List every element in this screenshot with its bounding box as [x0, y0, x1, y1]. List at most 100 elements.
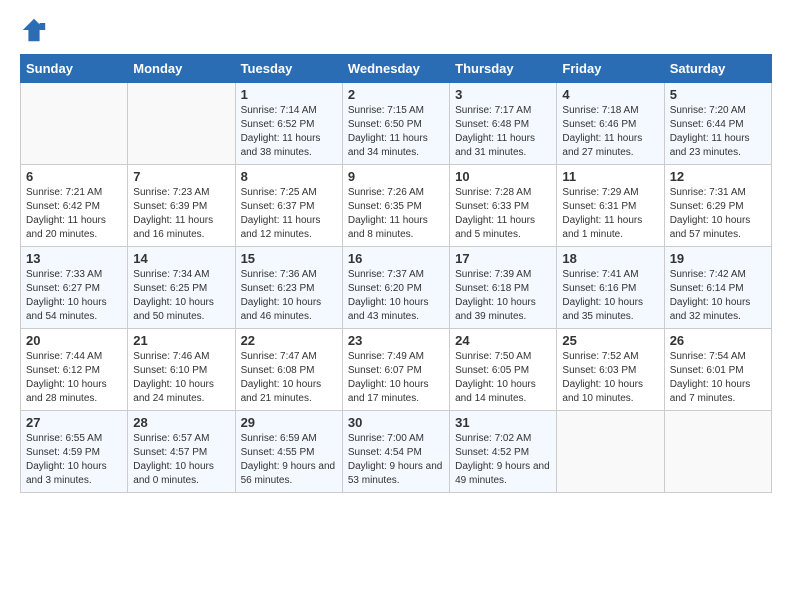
calendar-cell: 18Sunrise: 7:41 AMSunset: 6:16 PMDayligh…	[557, 247, 664, 329]
calendar-cell: 27 Sunrise: 6:55 AMSunset: 4:59 PMDayligh…	[21, 411, 128, 493]
day-info: Sunrise: 7:47 AMSunset: 6:08 PMDaylight:…	[241, 350, 337, 406]
calendar-table: SundayMondayTuesdayWednesdayThursdayFrid…	[20, 54, 772, 493]
col-header-friday: Friday	[557, 55, 664, 83]
calendar-cell: 15 Sunrise: 7:36 AMSunset: 6:23 PMDayligh…	[235, 247, 342, 329]
calendar-cell: 23 Sunrise: 7:49 AMSunset: 6:07 PMDayligh…	[342, 329, 449, 411]
day-info: Sunrise: 7:18 AMSunset: 6:46 PMDaylight:…	[562, 104, 658, 160]
day-number: 25	[562, 333, 658, 348]
day-number: 13	[26, 251, 122, 266]
day-info: Sunrise: 7:20 AMSunset: 6:44 PMDaylight:…	[670, 104, 766, 160]
calendar-cell: 20Sunrise: 7:44 AMSunset: 6:12 PMDayligh…	[21, 329, 128, 411]
calendar-cell: 25 Sunrise: 7:52 AMSunset: 6:03 PMDayligh…	[557, 329, 664, 411]
day-info: Sunrise: 7:46 AMSunset: 6:10 PMDaylight:…	[133, 350, 229, 406]
day-number: 28	[133, 415, 229, 430]
day-info: Sunrise: 7:29 AMSunset: 6:31 PMDaylight:…	[562, 186, 658, 242]
day-info: Sunrise: 7:31 AMSunset: 6:29 PMDaylight:…	[670, 186, 766, 242]
day-info: Sunrise: 7:50 AMSunset: 6:05 PMDaylight:…	[455, 350, 551, 406]
day-number: 16	[348, 251, 444, 266]
day-number: 7	[133, 169, 229, 184]
day-number: 19	[670, 251, 766, 266]
calendar-cell: 7 Sunrise: 7:23 AMSunset: 6:39 PMDaylight…	[128, 165, 235, 247]
day-info: Sunrise: 7:36 AMSunset: 6:23 PMDaylight:…	[241, 268, 337, 324]
day-info: Sunrise: 6:55 AMSunset: 4:59 PMDaylight:…	[26, 432, 122, 488]
day-number: 17	[455, 251, 551, 266]
day-number: 31	[455, 415, 551, 430]
day-number: 9	[348, 169, 444, 184]
day-number: 27	[26, 415, 122, 430]
calendar-cell: 10 Sunrise: 7:28 AMSunset: 6:33 PMDayligh…	[450, 165, 557, 247]
day-number: 1	[241, 87, 337, 102]
logo-icon	[20, 16, 48, 44]
col-header-sunday: Sunday	[21, 55, 128, 83]
day-number: 30	[348, 415, 444, 430]
day-info: Sunrise: 7:00 AMSunset: 4:54 PMDaylight:…	[348, 432, 444, 488]
calendar-cell	[664, 411, 771, 493]
calendar-cell: 13 Sunrise: 7:33 AMSunset: 6:27 PMDayligh…	[21, 247, 128, 329]
day-info: Sunrise: 6:59 AMSunset: 4:55 PMDaylight:…	[241, 432, 337, 488]
day-info: Sunrise: 7:21 AMSunset: 6:42 PMDaylight:…	[26, 186, 122, 242]
day-number: 12	[670, 169, 766, 184]
calendar-cell: 2Sunrise: 7:15 AMSunset: 6:50 PMDaylight…	[342, 83, 449, 165]
day-number: 10	[455, 169, 551, 184]
day-info: Sunrise: 7:54 AMSunset: 6:01 PMDaylight:…	[670, 350, 766, 406]
day-info: Sunrise: 7:34 AMSunset: 6:25 PMDaylight:…	[133, 268, 229, 324]
calendar-cell	[128, 83, 235, 165]
col-header-monday: Monday	[128, 55, 235, 83]
day-number: 6	[26, 169, 122, 184]
day-number: 26	[670, 333, 766, 348]
day-info: Sunrise: 7:14 AMSunset: 6:52 PMDaylight:…	[241, 104, 337, 160]
day-info: Sunrise: 7:23 AMSunset: 6:39 PMDaylight:…	[133, 186, 229, 242]
day-info: Sunrise: 7:52 AMSunset: 6:03 PMDaylight:…	[562, 350, 658, 406]
day-number: 8	[241, 169, 337, 184]
day-info: Sunrise: 7:37 AMSunset: 6:20 PMDaylight:…	[348, 268, 444, 324]
col-header-thursday: Thursday	[450, 55, 557, 83]
day-info: Sunrise: 7:33 AMSunset: 6:27 PMDaylight:…	[26, 268, 122, 324]
calendar-cell: 19 Sunrise: 7:42 AMSunset: 6:14 PMDayligh…	[664, 247, 771, 329]
day-number: 14	[133, 251, 229, 266]
calendar-cell: 26 Sunrise: 7:54 AMSunset: 6:01 PMDayligh…	[664, 329, 771, 411]
col-header-tuesday: Tuesday	[235, 55, 342, 83]
calendar-cell	[21, 83, 128, 165]
day-number: 24	[455, 333, 551, 348]
day-number: 15	[241, 251, 337, 266]
calendar-cell: 5 Sunrise: 7:20 AMSunset: 6:44 PMDaylight…	[664, 83, 771, 165]
calendar-cell: 17 Sunrise: 7:39 AMSunset: 6:18 PMDayligh…	[450, 247, 557, 329]
header	[20, 16, 772, 44]
logo	[20, 16, 50, 44]
calendar-cell: 24 Sunrise: 7:50 AMSunset: 6:05 PMDayligh…	[450, 329, 557, 411]
day-info: Sunrise: 7:28 AMSunset: 6:33 PMDaylight:…	[455, 186, 551, 242]
day-info: Sunrise: 6:57 AMSunset: 4:57 PMDaylight:…	[133, 432, 229, 488]
day-info: Sunrise: 7:49 AMSunset: 6:07 PMDaylight:…	[348, 350, 444, 406]
day-number: 11	[562, 169, 658, 184]
calendar-cell: 3 Sunrise: 7:17 AMSunset: 6:48 PMDaylight…	[450, 83, 557, 165]
calendar-cell: 6 Sunrise: 7:21 AMSunset: 6:42 PMDaylight…	[21, 165, 128, 247]
day-info: Sunrise: 7:25 AMSunset: 6:37 PMDaylight:…	[241, 186, 337, 242]
calendar-cell: 11 Sunrise: 7:29 AMSunset: 6:31 PMDayligh…	[557, 165, 664, 247]
day-info: Sunrise: 7:17 AMSunset: 6:48 PMDaylight:…	[455, 104, 551, 160]
day-number: 23	[348, 333, 444, 348]
calendar-cell: 29 Sunrise: 6:59 AMSunset: 4:55 PMDayligh…	[235, 411, 342, 493]
day-info: Sunrise: 7:26 AMSunset: 6:35 PMDaylight:…	[348, 186, 444, 242]
day-number: 29	[241, 415, 337, 430]
calendar-cell: 4Sunrise: 7:18 AMSunset: 6:46 PMDaylight…	[557, 83, 664, 165]
day-number: 21	[133, 333, 229, 348]
calendar-cell: 28 Sunrise: 6:57 AMSunset: 4:57 PMDayligh…	[128, 411, 235, 493]
calendar-cell: 16 Sunrise: 7:37 AMSunset: 6:20 PMDayligh…	[342, 247, 449, 329]
calendar-cell	[557, 411, 664, 493]
col-header-wednesday: Wednesday	[342, 55, 449, 83]
col-header-saturday: Saturday	[664, 55, 771, 83]
day-number: 22	[241, 333, 337, 348]
calendar-cell: 31 Sunrise: 7:02 AMSunset: 4:52 PMDayligh…	[450, 411, 557, 493]
day-info: Sunrise: 7:15 AMSunset: 6:50 PMDaylight:…	[348, 104, 444, 160]
calendar-cell: 14 Sunrise: 7:34 AMSunset: 6:25 PMDayligh…	[128, 247, 235, 329]
day-number: 3	[455, 87, 551, 102]
day-number: 20	[26, 333, 122, 348]
day-info: Sunrise: 7:42 AMSunset: 6:14 PMDaylight:…	[670, 268, 766, 324]
calendar-cell: 8 Sunrise: 7:25 AMSunset: 6:37 PMDaylight…	[235, 165, 342, 247]
day-number: 5	[670, 87, 766, 102]
day-info: Sunrise: 7:02 AMSunset: 4:52 PMDaylight:…	[455, 432, 551, 488]
calendar-cell: 21 Sunrise: 7:46 AMSunset: 6:10 PMDayligh…	[128, 329, 235, 411]
calendar-cell: 9 Sunrise: 7:26 AMSunset: 6:35 PMDaylight…	[342, 165, 449, 247]
day-info: Sunrise: 7:39 AMSunset: 6:18 PMDaylight:…	[455, 268, 551, 324]
day-number: 18	[562, 251, 658, 266]
